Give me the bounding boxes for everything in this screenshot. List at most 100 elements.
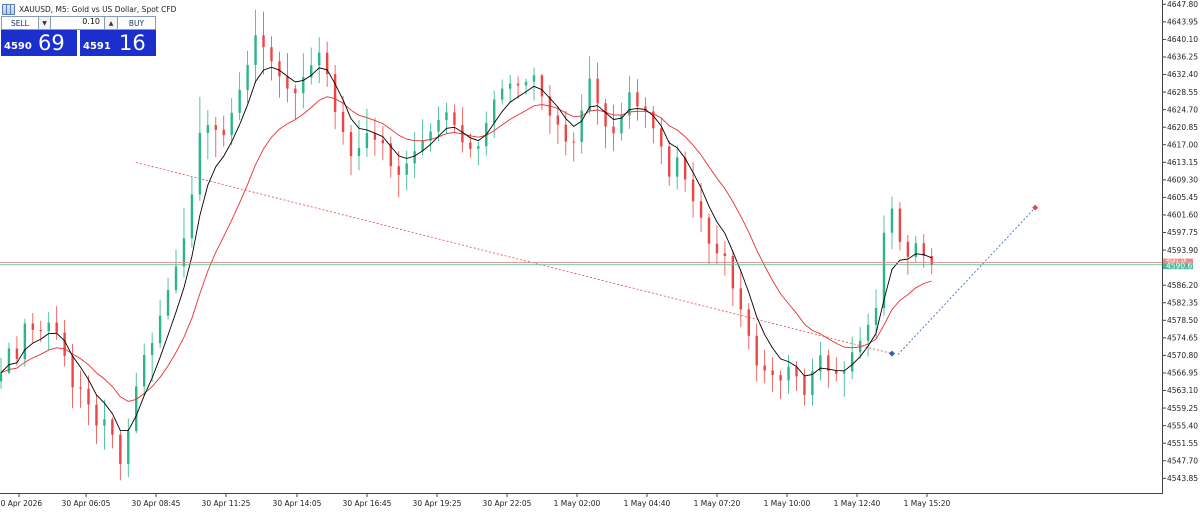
price-chart[interactable]: 4590.694591.16 4647.804643.954640.104636… [0,0,1200,513]
candle-body [660,128,663,147]
candle-body [747,309,750,336]
candle [620,102,623,141]
chart-title-bar: XAUUSD, M5: Gold vs US Dollar, Spot CFD [2,2,176,16]
candle [803,368,806,406]
volume-up-icon[interactable]: ▲ [104,16,118,30]
y-axis-label: 4570.80 [1167,351,1198,360]
candle [166,277,170,320]
candle [779,370,782,400]
sell-price-box[interactable]: 4590 69 [1,30,77,56]
candle-body [15,348,19,360]
candle-body [214,125,217,130]
candle [381,126,385,161]
candle-body [540,75,544,97]
buy-button[interactable]: BUY [118,16,156,30]
candle [397,151,400,198]
y-axis-label: 4628.55 [1167,88,1198,97]
candle [906,235,910,275]
candle [636,79,639,121]
x-axis-label: 1 May 07:20 [694,499,741,508]
candle-body [445,112,448,121]
candle [198,96,202,201]
y-axis-label: 4543.85 [1167,474,1198,483]
candle-body [190,194,194,239]
candle-body [572,141,575,143]
candle [652,105,655,144]
y-axis-label: 4593.90 [1167,246,1198,255]
x-axis-label: 30 Apr 2026 [0,499,42,508]
candle-body [95,404,98,426]
candle [739,269,743,328]
candle [389,136,392,178]
candle-body [564,124,568,142]
candle [429,123,432,152]
candle [731,250,735,307]
candle [95,394,98,444]
candle-body [516,83,520,86]
candle-body [604,103,607,127]
candle [270,36,273,81]
trade-link-line [897,207,1036,355]
candle [787,354,790,394]
candle-body [493,99,496,123]
buy-price-box[interactable]: 4591 16 [80,30,156,56]
candle [580,94,583,154]
candle [461,107,464,153]
candle [453,104,456,133]
candle-body [198,132,202,195]
candle-body [405,163,408,175]
candle [87,375,90,426]
candle [79,370,82,408]
candle-body [874,307,878,325]
candle-body [71,355,74,388]
volume-down-icon[interactable]: ▼ [39,16,51,30]
y-axis-label: 4574.65 [1167,334,1198,343]
candle [333,64,337,130]
buy-price-pips: 16 [119,31,146,55]
candle-body [230,112,233,136]
slow-moving-average-line [0,96,932,402]
candle [572,132,575,162]
candle [47,312,50,351]
y-axis-label: 4559.25 [1167,404,1198,413]
candle-body [763,365,766,371]
candle-body [349,131,353,157]
candle-body [612,126,615,134]
candle [898,202,902,251]
candle-body [270,47,273,62]
candle-body [142,354,146,387]
one-click-trading-panel: SELL ▼ 0.10 ▲ BUY 4590 69 4591 16 [1,16,156,56]
candle-body [413,151,416,164]
x-axis-label: 1 May 02:00 [554,499,601,508]
candle-body [381,139,385,144]
candle [325,41,329,87]
candle-body [731,256,735,289]
candle-body [103,419,106,426]
candle-body [119,434,122,464]
x-axis-label: 30 Apr 22:05 [483,499,532,508]
candle [111,417,114,449]
y-axis-label: 4609.30 [1167,176,1198,185]
candle [55,306,58,340]
y-axis-label: 4605.45 [1167,193,1198,202]
candle-body [524,81,528,86]
candle [254,9,257,83]
y-axis-label: 4617.00 [1167,140,1198,149]
sell-button[interactable]: SELL [1,16,39,30]
candle-body [365,132,369,148]
candle-body [723,253,727,257]
candle-body [437,120,440,132]
volume-input[interactable]: 0.10 [51,16,104,30]
candle [843,361,846,397]
candle [222,115,225,147]
chart-window-icon [2,3,15,15]
y-axis-label: 4597.75 [1167,228,1198,237]
candle-body [795,366,798,377]
candle [596,62,599,125]
x-axis-label: 30 Apr 06:05 [62,499,111,508]
candle-body [79,387,82,389]
candle-body [739,288,743,310]
candle-body [866,324,870,341]
y-axis-label: 4620.85 [1167,123,1198,132]
trade-entry-marker [888,350,895,357]
